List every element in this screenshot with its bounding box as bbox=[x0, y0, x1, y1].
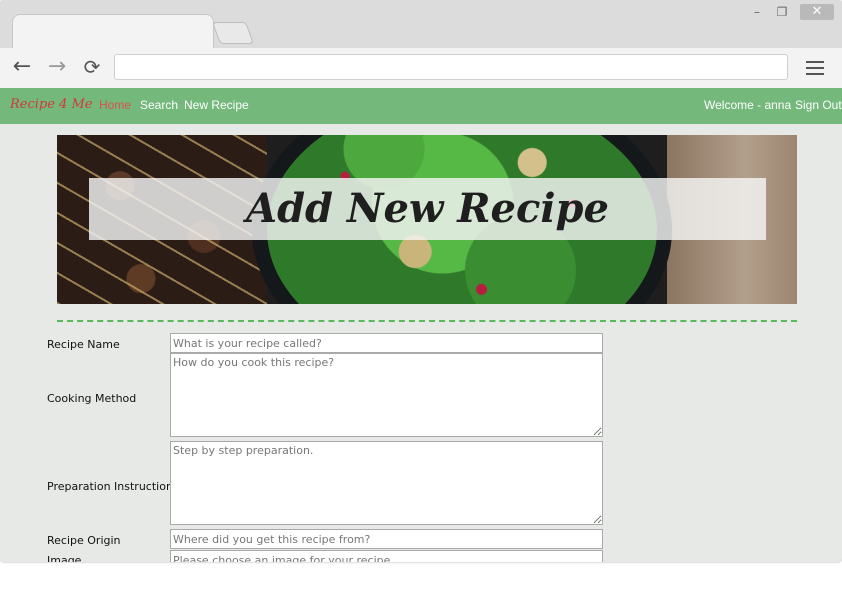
recipe-name-label: Recipe Name bbox=[47, 338, 120, 351]
reload-icon[interactable]: ⟳ bbox=[80, 56, 104, 80]
cooking-method-textarea[interactable] bbox=[170, 353, 603, 437]
recipe-origin-label: Recipe Origin bbox=[47, 534, 121, 547]
close-icon[interactable]: ✕ bbox=[800, 4, 834, 20]
welcome-text: Welcome - anna bbox=[704, 98, 792, 112]
cooking-method-label: Cooking Method bbox=[47, 392, 137, 405]
image-input[interactable] bbox=[170, 550, 603, 562]
forward-arrow-icon[interactable]: → bbox=[45, 56, 69, 80]
page-title: Add New Recipe bbox=[246, 185, 609, 232]
browser-window: – ❐ ✕ ← → ⟳ Recipe 4 Me Home Search New … bbox=[0, 0, 842, 562]
browser-toolbar: ← → ⟳ bbox=[0, 48, 842, 88]
dashed-divider bbox=[57, 320, 797, 322]
preparation-label: Preparation Instructions bbox=[47, 480, 179, 493]
hamburger-menu-icon[interactable] bbox=[806, 58, 824, 76]
address-bar[interactable] bbox=[114, 54, 788, 80]
browser-tab-active[interactable] bbox=[12, 14, 214, 49]
maximize-icon[interactable]: ❐ bbox=[773, 4, 791, 20]
nav-search-link[interactable]: Search bbox=[140, 98, 178, 112]
sign-out-link[interactable]: Sign Out bbox=[795, 98, 842, 112]
nav-home-link[interactable]: Home bbox=[99, 98, 131, 112]
hero-banner-image: Add New Recipe bbox=[57, 135, 797, 304]
preparation-textarea[interactable] bbox=[170, 441, 603, 525]
new-tab-button[interactable] bbox=[211, 22, 255, 44]
minimize-icon[interactable]: – bbox=[748, 4, 766, 20]
back-arrow-icon[interactable]: ← bbox=[10, 56, 34, 80]
recipe-name-input[interactable] bbox=[170, 333, 603, 353]
image-label: Image bbox=[47, 554, 82, 562]
tab-bar: – ❐ ✕ bbox=[0, 0, 842, 49]
recipe-origin-input[interactable] bbox=[170, 529, 603, 549]
site-navbar: Recipe 4 Me Home Search New Recipe Welco… bbox=[0, 88, 842, 124]
nav-new-recipe-link[interactable]: New Recipe bbox=[184, 98, 249, 112]
site-brand[interactable]: Recipe 4 Me bbox=[10, 97, 92, 112]
